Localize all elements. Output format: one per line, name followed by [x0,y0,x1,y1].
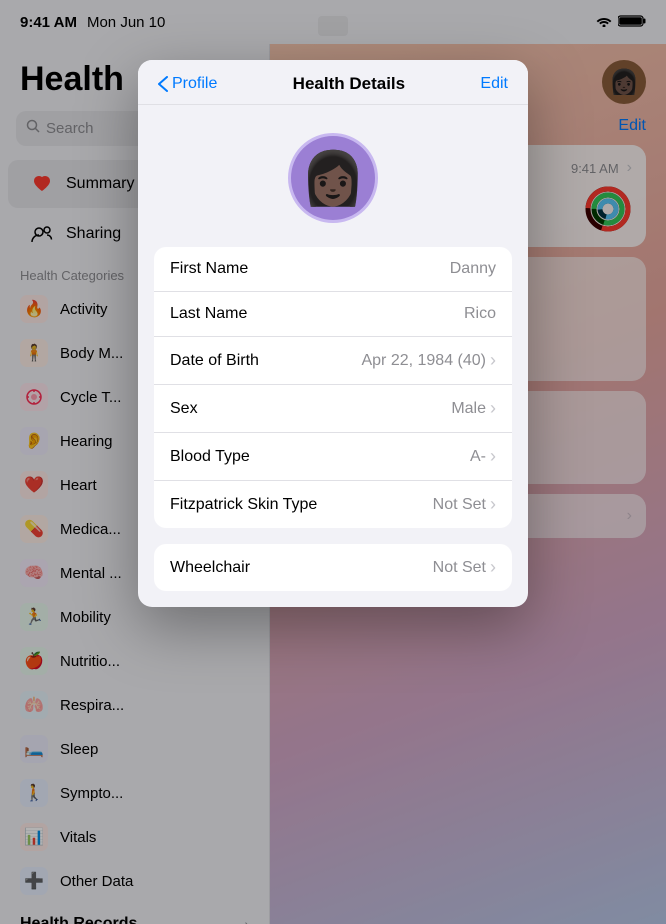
blood-type-label: Blood Type [170,448,250,466]
modal-overlay: Profile Health Details Edit 👩🏿 First Nam… [0,0,666,924]
wheelchair-row[interactable]: Wheelchair Not Set [154,544,512,591]
fitzpatrick-row[interactable]: Fitzpatrick Skin Type Not Set [154,481,512,528]
last-name-row[interactable]: Last Name Rico [154,292,512,337]
last-name-label: Last Name [170,305,247,323]
modal-edit-button[interactable]: Edit [480,75,508,93]
modal-header: Profile Health Details Edit [138,60,528,105]
first-name-value: Danny [450,260,496,278]
wheelchair-value: Not Set [433,557,496,578]
health-details-modal: Profile Health Details Edit 👩🏿 First Nam… [138,60,528,607]
modal-back-button[interactable]: Profile [158,75,217,93]
blood-type-row[interactable]: Blood Type A- [154,433,512,481]
modal-avatar-section: 👩🏿 [138,105,528,247]
date-of-birth-row[interactable]: Date of Birth Apr 22, 1984 (40) [154,337,512,385]
blood-type-value: A- [470,446,496,467]
last-name-value: Rico [464,305,496,323]
fitzpatrick-label: Fitzpatrick Skin Type [170,496,317,514]
sex-row[interactable]: Sex Male [154,385,512,433]
first-name-label: First Name [170,260,248,278]
fitzpatrick-value: Not Set [433,494,496,515]
personal-info-section: First Name Danny Last Name Rico Date of … [154,247,512,528]
date-of-birth-value: Apr 22, 1984 (40) [361,350,496,371]
modal-title: Health Details [293,74,405,94]
date-of-birth-label: Date of Birth [170,352,259,370]
modal-avatar: 👩🏿 [288,133,378,223]
sex-label: Sex [170,400,198,418]
first-name-row[interactable]: First Name Danny [154,247,512,292]
wheelchair-label: Wheelchair [170,559,250,577]
sex-value: Male [451,398,496,419]
wheelchair-section: Wheelchair Not Set [154,544,512,591]
